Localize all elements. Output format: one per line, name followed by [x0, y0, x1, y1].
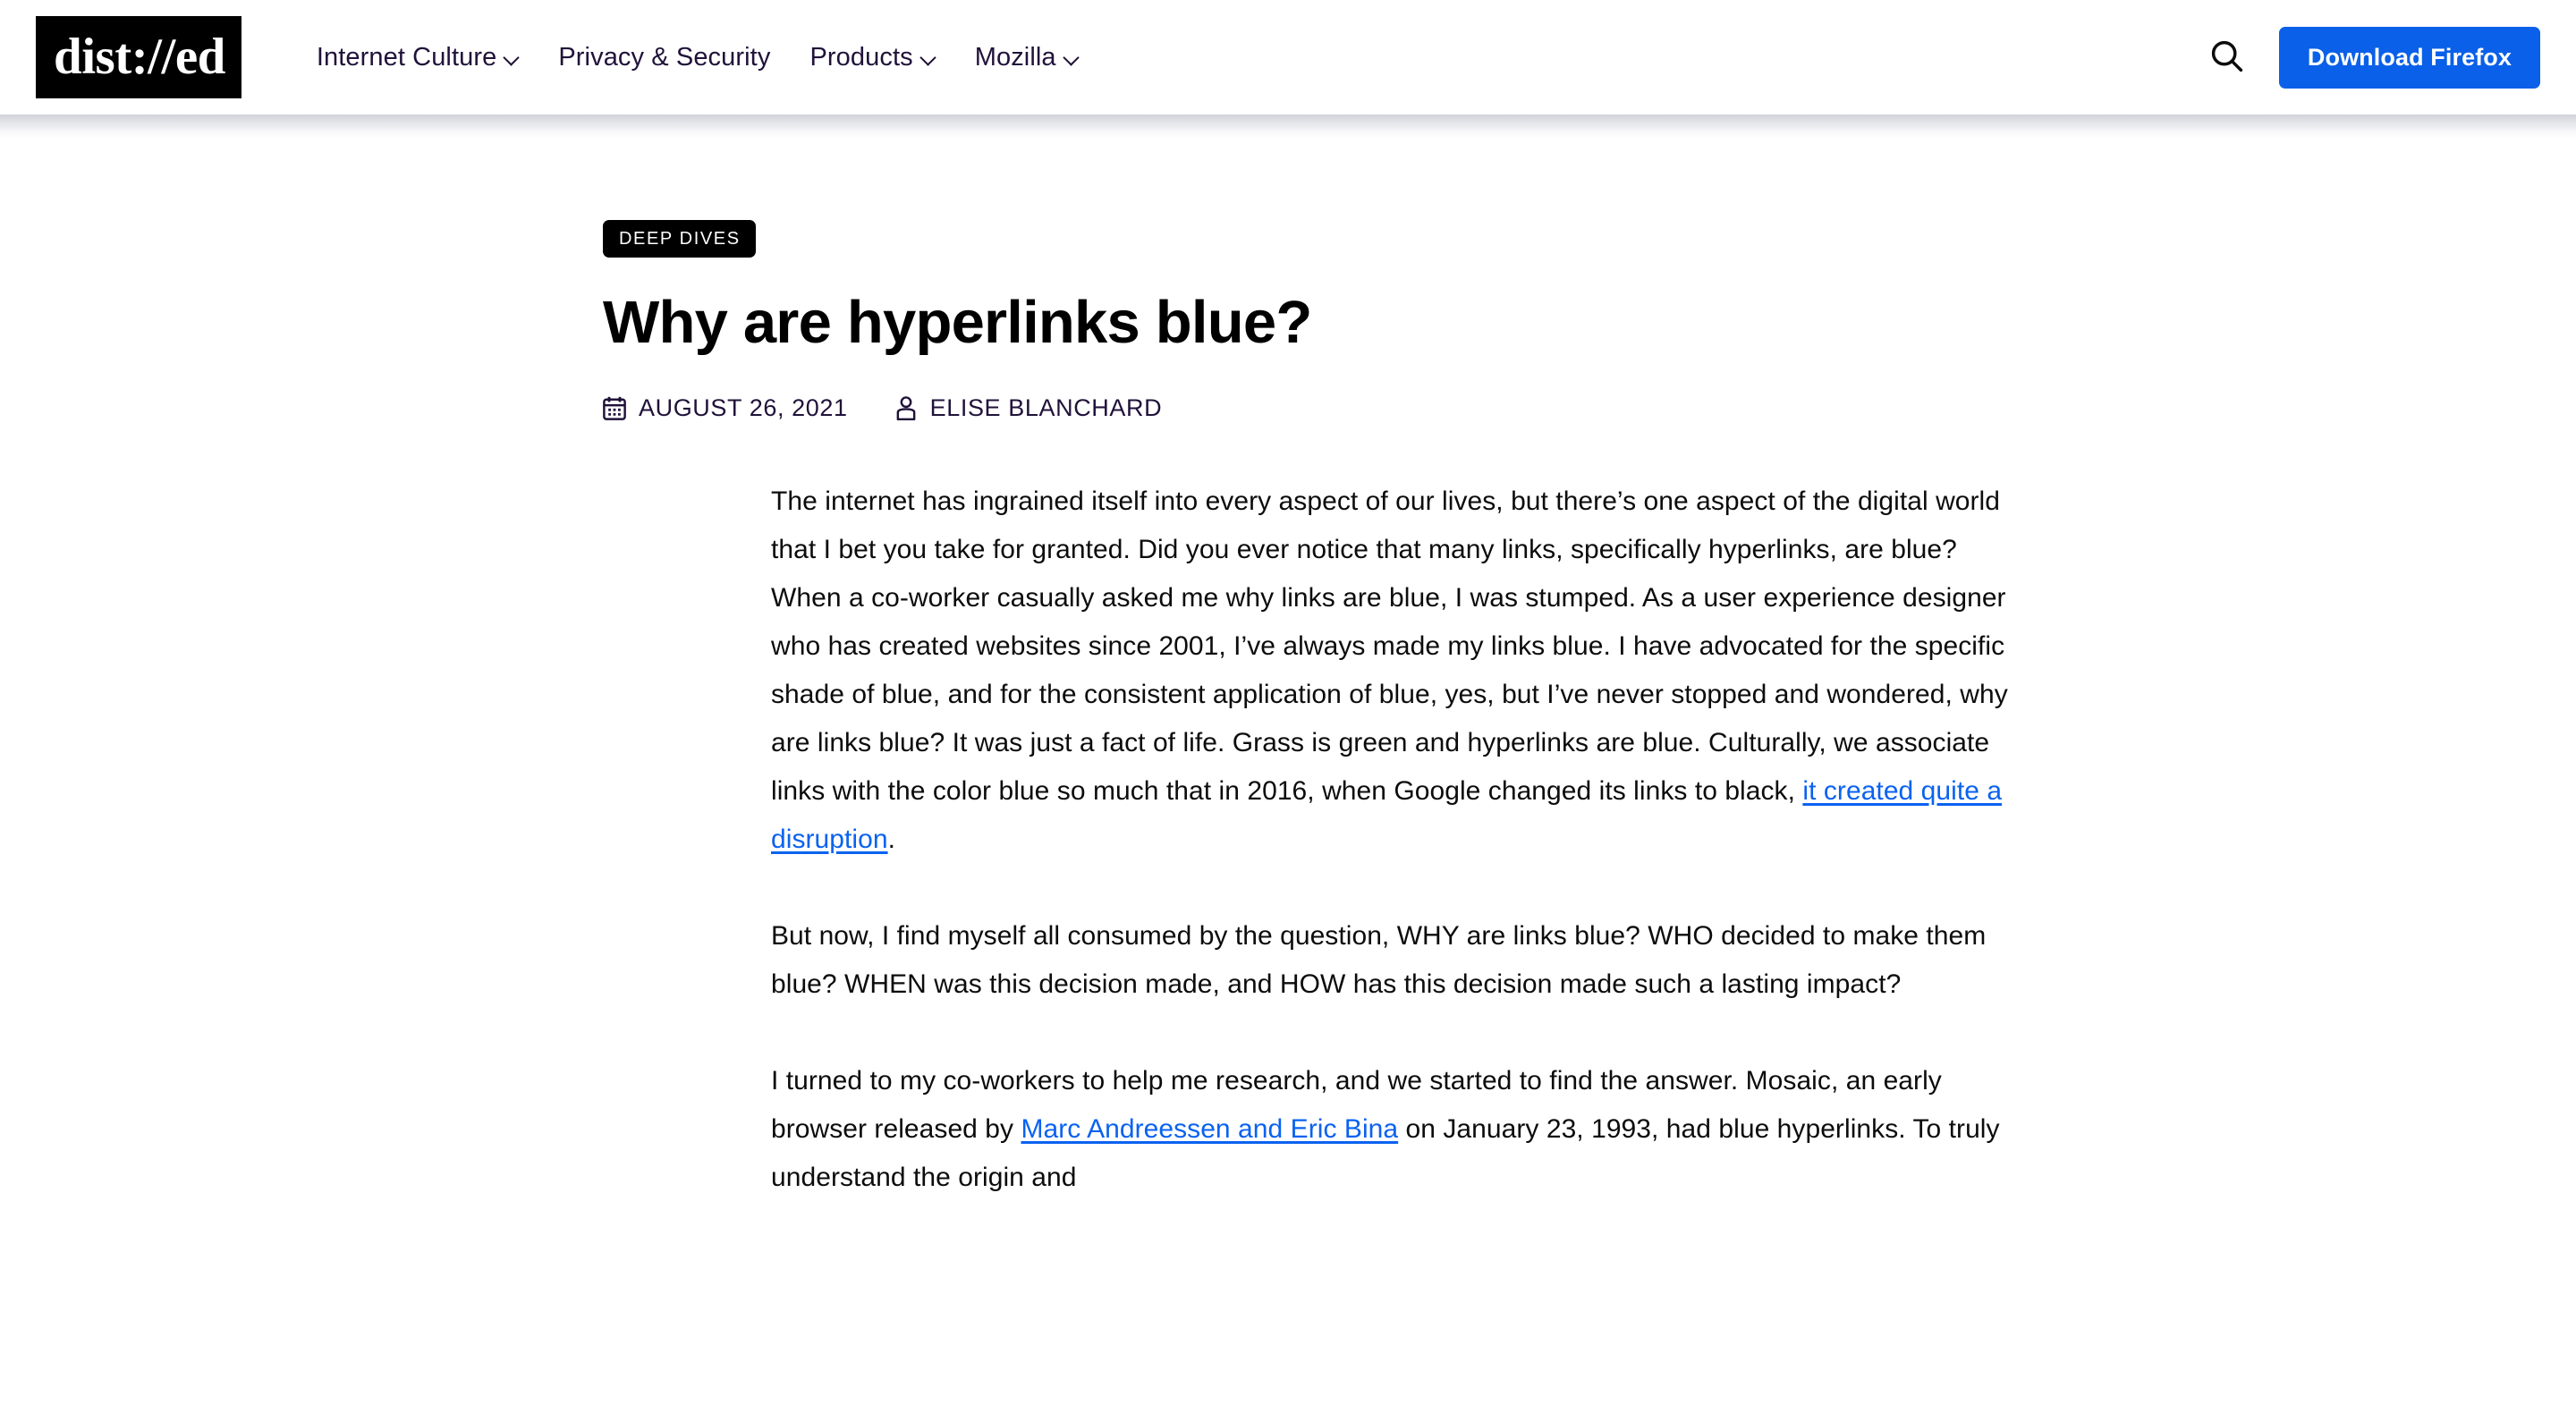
download-firefox-button[interactable]: Download Firefox: [2278, 26, 2540, 89]
chevron-down-icon: [921, 52, 936, 66]
nav-item-internet-culture[interactable]: Internet Culture: [297, 34, 539, 81]
article-header: DEEP DIVES Why are hyperlinks blue? AUGU…: [0, 220, 2576, 422]
nav-item-mozilla[interactable]: Mozilla: [955, 34, 1098, 81]
paragraph: I turned to my co-workers to help me res…: [771, 1066, 2000, 1193]
nav-item-label: Products: [809, 42, 913, 72]
search-button[interactable]: [2206, 36, 2249, 79]
paragraph: But now, I find myself all consumed by t…: [771, 921, 1987, 1000]
category-badge[interactable]: DEEP DIVES: [603, 220, 756, 258]
site-header: dist://ed Internet Culture Privacy & Sec…: [0, 0, 2576, 114]
page-title: Why are hyperlinks blue?: [603, 289, 1312, 356]
nav-item-privacy-security[interactable]: Privacy & Security: [538, 34, 790, 81]
search-icon: [2207, 37, 2247, 79]
nav-item-label: Mozilla: [974, 42, 1056, 72]
author-name: ELISE BLANCHARD: [929, 394, 1163, 422]
chevron-down-icon: [504, 52, 519, 66]
paragraph: The internet has ingrained itself into e…: [771, 487, 2008, 855]
publish-date: AUGUST 26, 2021: [603, 394, 848, 422]
article-body: The internet has ingrained itself into e…: [0, 478, 2576, 1202]
calendar-icon: [603, 396, 626, 421]
article: DEEP DIVES Why are hyperlinks blue? AUGU…: [0, 114, 2576, 1202]
author: ELISE BLANCHARD: [894, 394, 1163, 422]
inline-link[interactable]: Marc Andreessen and Eric Bina: [1021, 1114, 1398, 1144]
person-icon: [894, 396, 918, 421]
inline-link[interactable]: it created quite a disruption: [771, 776, 2002, 854]
chevron-down-icon: [1064, 52, 1079, 66]
publish-date-text: AUGUST 26, 2021: [639, 394, 848, 422]
nav-item-label: Privacy & Security: [558, 42, 771, 72]
header-actions: Download Firefox: [2206, 26, 2540, 89]
main-nav: Internet Culture Privacy & Security Prod…: [297, 34, 1098, 81]
nav-item-products[interactable]: Products: [790, 34, 954, 81]
article-meta: AUGUST 26, 2021 ELISE BLANCHARD: [603, 394, 2576, 422]
brand-logo[interactable]: dist://ed: [36, 16, 242, 98]
nav-item-label: Internet Culture: [316, 42, 497, 72]
